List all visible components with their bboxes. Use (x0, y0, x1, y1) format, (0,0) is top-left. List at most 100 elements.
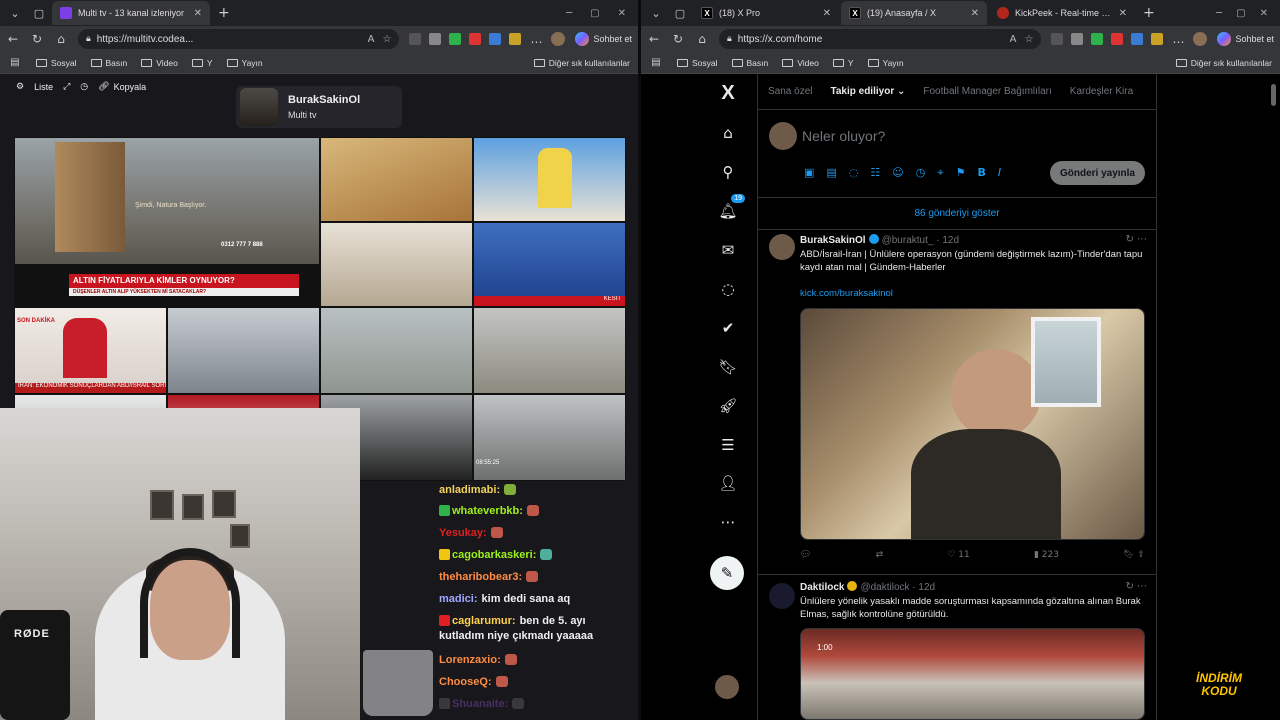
address-bar[interactable]: 🔒︎ https://multitv.codea... A ☆ (78, 29, 400, 49)
tweet[interactable]: BurakSakinOl @buraktut_ · 12d ↻ ⋯ ABD/İsr… (757, 230, 1157, 575)
video-tile[interactable] (473, 307, 626, 394)
retweet-icon[interactable]: ⇄ (876, 550, 884, 560)
reload-icon[interactable]: ↻ (671, 32, 685, 46)
tweet-image[interactable] (800, 308, 1145, 540)
extension-icon[interactable] (1131, 33, 1144, 45)
tweet-avatar[interactable] (769, 234, 795, 260)
gif-icon[interactable]: ▤ (826, 166, 836, 180)
bookmark-folder[interactable]: Yayın (226, 58, 263, 68)
bookmark-folder[interactable]: Yayın (867, 58, 904, 68)
video-tile[interactable] (320, 137, 473, 222)
grok-icon[interactable]: ◌ (849, 166, 859, 180)
scrollbar[interactable] (1271, 84, 1276, 106)
timer-icon[interactable]: ◷ (80, 82, 88, 92)
video-tile[interactable] (320, 222, 473, 307)
chat-username[interactable]: caglarumur: (452, 615, 516, 627)
minimize-icon[interactable]: ─ (1216, 8, 1222, 19)
menu-dots-icon[interactable]: … (529, 32, 543, 46)
tab-kickpeek[interactable]: KickPeek - Real-time URL Crawl ✕ (989, 1, 1135, 25)
bookmark-folder[interactable]: Video (141, 58, 178, 68)
show-more-posts[interactable]: 86 gönderiyi göster (757, 198, 1157, 230)
grok-icon[interactable]: ◌ (717, 278, 739, 300)
tab-multitv[interactable]: Multi tv - 13 kanal izleniyor ✕ (52, 1, 210, 25)
like-button[interactable]: ♡ 11 (947, 550, 969, 560)
read-aloud-icon[interactable]: A (368, 34, 375, 45)
video-tile[interactable] (473, 137, 626, 222)
close-window-icon[interactable]: ✕ (1260, 8, 1268, 19)
tweet-link[interactable]: kick.com/buraksakinol (800, 288, 893, 299)
list-button[interactable]: Liste (34, 82, 53, 92)
bookmark-folder[interactable]: Basın (731, 58, 768, 68)
close-tab-icon[interactable]: ✕ (1119, 8, 1127, 19)
close-tab-icon[interactable]: ✕ (194, 8, 202, 19)
tweet-avatar[interactable] (769, 583, 795, 609)
notifications-icon[interactable]: 🔔︎ 19 (717, 194, 745, 222)
extension-icon[interactable] (1071, 33, 1084, 45)
extension-icon[interactable] (1151, 33, 1164, 45)
tab-xpro[interactable]: X (18) X Pro ✕ (693, 1, 839, 25)
maximize-icon[interactable]: ▢ (1236, 8, 1245, 19)
video-tile[interactable] (167, 307, 320, 394)
reload-icon[interactable]: ↻ (30, 32, 44, 46)
tweet-author[interactable]: BurakSakinOl (800, 235, 866, 246)
extension-icon[interactable] (489, 33, 502, 45)
close-tab-icon[interactable]: ✕ (971, 8, 979, 19)
copilot-button[interactable]: Sohbet et (575, 32, 632, 46)
bookmark-folder[interactable]: Y (191, 58, 213, 68)
italic-icon[interactable]: I (998, 166, 1001, 180)
maximize-icon[interactable]: ▢ (590, 8, 599, 19)
views-button[interactable]: ▮ 223 (1034, 550, 1059, 560)
bookmarks-icon[interactable]: 🔖︎ (717, 356, 739, 378)
extension-icon[interactable] (429, 33, 442, 45)
chat-username[interactable]: Shuanaite: (452, 698, 508, 710)
chat-username[interactable]: Lorenzaxio: (439, 654, 501, 666)
bookmark-folder[interactable]: Y (832, 58, 854, 68)
tab-actions-icon[interactable]: ⌄ (645, 2, 667, 24)
more-icon[interactable]: ⋯ (717, 511, 739, 533)
extension-icon[interactable] (1111, 33, 1124, 45)
close-tab-icon[interactable]: ✕ (823, 8, 831, 19)
video-tile[interactable]: KESİT (473, 222, 626, 307)
lists-icon[interactable]: ☰ (717, 434, 739, 456)
home-icon[interactable]: ⌂ (717, 122, 739, 144)
other-bookmarks[interactable]: Diğer sık kullanılanlar (1175, 58, 1272, 68)
menu-dots-icon[interactable]: … (1171, 32, 1185, 46)
flag-icon[interactable]: ⚑ (956, 166, 966, 180)
favorite-star-icon[interactable]: ☆ (1025, 34, 1034, 45)
location-icon[interactable]: ⌖ (937, 166, 943, 180)
home-icon[interactable]: ⌂ (695, 32, 709, 46)
read-aloud-icon[interactable]: A (1010, 34, 1017, 45)
extension-icon[interactable] (509, 33, 522, 45)
bookmark-folder[interactable]: Sosyal (36, 58, 77, 68)
tweet-more-icon[interactable]: ↻ ⋯ (1125, 581, 1147, 592)
reading-list-icon[interactable]: ▤ (8, 57, 22, 68)
tab-list-kardesler[interactable]: Kardeşler Kira (1070, 86, 1133, 97)
workspaces-icon[interactable]: ▢ (669, 2, 691, 24)
fullscreen-icon[interactable]: ⤢ (63, 82, 70, 92)
chat-username[interactable]: theharibobear3: (439, 571, 522, 583)
bookmark-icon[interactable]: 🔖︎ ⇪ (1123, 550, 1145, 560)
other-bookmarks[interactable]: Diğer sık kullanılanlar (533, 58, 630, 68)
tweet-author[interactable]: Daktilock (800, 582, 844, 593)
post-compose-button[interactable]: ✎ (710, 556, 744, 590)
new-tab-icon[interactable]: + (1137, 5, 1161, 21)
extension-icon[interactable] (1091, 33, 1104, 45)
bookmark-folder[interactable]: Sosyal (677, 58, 718, 68)
minimize-icon[interactable]: ─ (566, 8, 572, 19)
bookmark-folder[interactable]: Basın (90, 58, 127, 68)
chat-username[interactable]: Yesukay: (439, 527, 487, 539)
tab-x-home[interactable]: X (19) Anasayfa / X ✕ (841, 1, 987, 25)
back-icon[interactable]: ← (6, 32, 20, 46)
extension-icon[interactable] (1051, 33, 1064, 45)
tab-following[interactable]: Takip ediliyor ⌄ (830, 86, 905, 97)
profile-avatar[interactable] (551, 32, 566, 46)
verified-icon[interactable]: ✔ (717, 317, 739, 339)
bold-icon[interactable]: B (977, 166, 985, 180)
video-tile[interactable] (320, 307, 473, 394)
chat-username[interactable]: ChooseQ: (439, 676, 492, 688)
extension-icon[interactable] (449, 33, 462, 45)
tab-actions-icon[interactable]: ⌄ (4, 2, 26, 24)
schedule-icon[interactable]: ◷ (916, 166, 926, 180)
copilot-button[interactable]: Sohbet et (1217, 32, 1274, 46)
reading-list-icon[interactable]: ▤ (649, 57, 663, 68)
